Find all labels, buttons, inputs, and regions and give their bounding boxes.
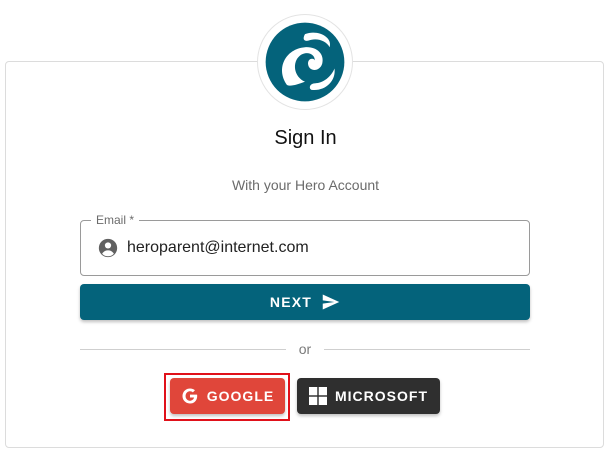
email-field[interactable]: Email *	[80, 213, 530, 276]
microsoft-icon	[309, 387, 327, 405]
hero-logo	[257, 14, 353, 110]
google-icon	[182, 388, 197, 404]
google-button-label: GOOGLE	[206, 388, 275, 404]
next-button-label: NEXT	[269, 294, 313, 310]
google-sign-in-button[interactable]: GOOGLE	[170, 378, 285, 414]
divider-right	[324, 349, 530, 350]
email-input[interactable]	[127, 221, 507, 275]
account-circle-icon	[98, 238, 118, 258]
microsoft-sign-in-button[interactable]: MICROSOFT	[297, 378, 440, 414]
send-icon	[322, 294, 340, 310]
hero-logo-icon	[265, 22, 345, 102]
divider-or-text: or	[298, 341, 312, 357]
page-subtitle: With your Hero Account	[231, 177, 380, 193]
microsoft-button-label: MICROSOFT	[335, 388, 428, 404]
divider-left	[80, 349, 286, 350]
next-button[interactable]: NEXT	[80, 284, 530, 320]
page-title: Sign In	[274, 127, 337, 149]
